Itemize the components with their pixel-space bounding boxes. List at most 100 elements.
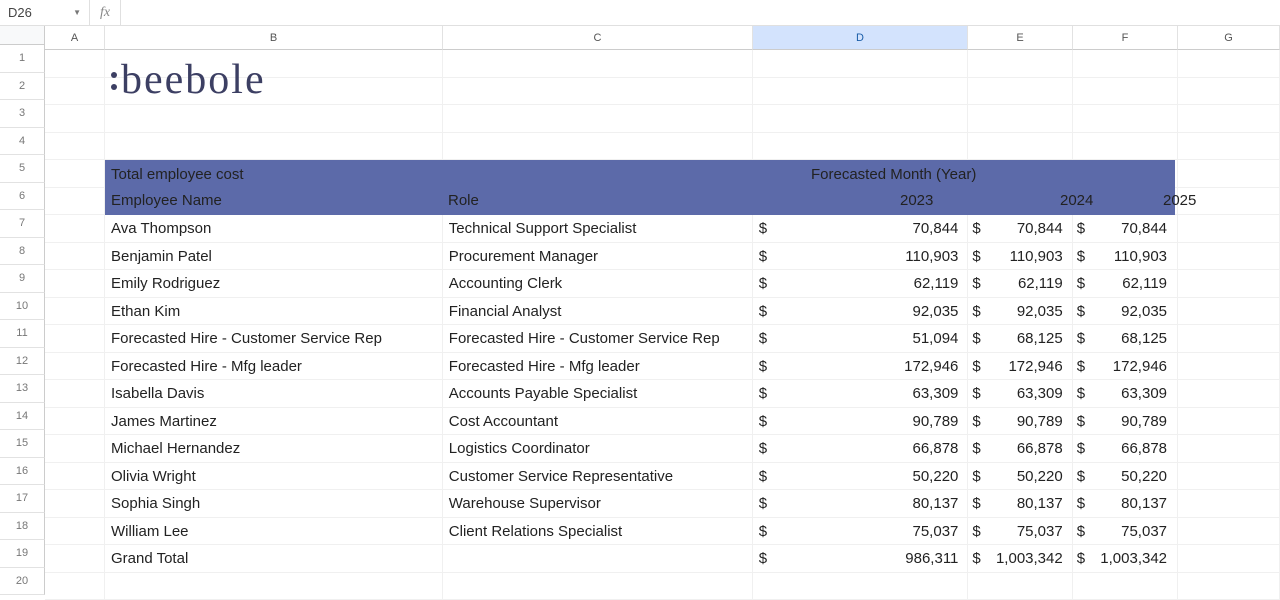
cell-D5[interactable] [753, 463, 968, 491]
cell-F1[interactable] [1073, 573, 1178, 600]
name-box[interactable]: D26 ▼ [0, 0, 90, 25]
row-header-8[interactable]: 8 [0, 238, 45, 266]
cell-E15[interactable] [968, 188, 1073, 216]
row-header-18[interactable]: 18 [0, 513, 45, 541]
cell-E1[interactable] [968, 573, 1073, 600]
cell-G13[interactable] [1178, 243, 1280, 271]
cell-F9[interactable] [1073, 353, 1178, 381]
cell-D16[interactable] [753, 160, 968, 188]
cell-G7[interactable] [1178, 408, 1280, 436]
cell-D19[interactable] [753, 78, 968, 106]
row-header-16[interactable]: 16 [0, 458, 45, 486]
cell-B11[interactable] [105, 298, 443, 326]
row-header-7[interactable]: 7 [0, 210, 45, 238]
cell-A19[interactable] [45, 78, 105, 106]
cell-C7[interactable] [443, 408, 753, 436]
cell-G17[interactable] [1178, 133, 1280, 161]
cell-D17[interactable] [753, 133, 968, 161]
cell-C14[interactable] [443, 215, 753, 243]
cell-G10[interactable] [1178, 325, 1280, 353]
col-header-E[interactable]: E [968, 26, 1073, 50]
cell-C5[interactable] [443, 463, 753, 491]
cell-A20[interactable] [45, 50, 105, 78]
cell-F20[interactable] [1073, 50, 1178, 78]
row-header-14[interactable]: 14 [0, 403, 45, 431]
row-header-19[interactable]: 19 [0, 540, 45, 568]
row-header-10[interactable]: 10 [0, 293, 45, 321]
cell-E16[interactable] [968, 160, 1073, 188]
row-header-13[interactable]: 13 [0, 375, 45, 403]
cell-B14[interactable] [105, 215, 443, 243]
cell-E20[interactable] [968, 50, 1073, 78]
col-header-B[interactable]: B [105, 26, 443, 50]
cell-F8[interactable] [1073, 380, 1178, 408]
cell-D7[interactable] [753, 408, 968, 436]
cell-D20[interactable] [753, 50, 968, 78]
cell-A17[interactable] [45, 133, 105, 161]
cell-F6[interactable] [1073, 435, 1178, 463]
cell-D3[interactable] [753, 518, 968, 546]
col-header-A[interactable]: A [45, 26, 105, 50]
cell-G20[interactable] [1178, 50, 1280, 78]
cell-B7[interactable] [105, 408, 443, 436]
cell-C3[interactable] [443, 518, 753, 546]
cell-B15[interactable] [105, 188, 443, 216]
name-box-dropdown-icon[interactable]: ▼ [73, 8, 81, 17]
cell-C19[interactable] [443, 78, 753, 106]
cell-D6[interactable] [753, 435, 968, 463]
cell-G15[interactable] [1178, 188, 1280, 216]
cell-E18[interactable] [968, 105, 1073, 133]
cell-A1[interactable] [45, 573, 105, 600]
select-all-corner[interactable] [0, 26, 45, 45]
cell-G16[interactable] [1178, 160, 1280, 188]
cell-D2[interactable] [753, 545, 968, 573]
cell-C2[interactable] [443, 545, 753, 573]
cell-A14[interactable] [45, 215, 105, 243]
cell-F14[interactable] [1073, 215, 1178, 243]
cell-C13[interactable] [443, 243, 753, 271]
cell-B3[interactable] [105, 518, 443, 546]
row-header-4[interactable]: 4 [0, 128, 45, 156]
cell-B1[interactable] [105, 573, 443, 600]
cell-G5[interactable] [1178, 463, 1280, 491]
cell-F15[interactable] [1073, 188, 1178, 216]
cell-C20[interactable] [443, 50, 753, 78]
row-header-17[interactable]: 17 [0, 485, 45, 513]
cell-E6[interactable] [968, 435, 1073, 463]
cell-B4[interactable] [105, 490, 443, 518]
cell-A9[interactable] [45, 353, 105, 381]
row-header-12[interactable]: 12 [0, 348, 45, 376]
cell-B6[interactable] [105, 435, 443, 463]
cell-C1[interactable] [443, 573, 753, 600]
cell-D18[interactable] [753, 105, 968, 133]
cell-E11[interactable] [968, 298, 1073, 326]
cell-B10[interactable] [105, 325, 443, 353]
cell-B9[interactable] [105, 353, 443, 381]
cell-F17[interactable] [1073, 133, 1178, 161]
cell-B19[interactable] [105, 78, 443, 106]
row-header-2[interactable]: 2 [0, 73, 45, 101]
cell-F4[interactable] [1073, 490, 1178, 518]
row-header-9[interactable]: 9 [0, 265, 45, 293]
cell-E19[interactable] [968, 78, 1073, 106]
cell-D9[interactable] [753, 353, 968, 381]
cell-A16[interactable] [45, 160, 105, 188]
cell-E2[interactable] [968, 545, 1073, 573]
row-header-5[interactable]: 5 [0, 155, 45, 183]
cell-A4[interactable] [45, 490, 105, 518]
cell-D13[interactable] [753, 243, 968, 271]
cell-B2[interactable] [105, 545, 443, 573]
cell-F18[interactable] [1073, 105, 1178, 133]
cell-A6[interactable] [45, 435, 105, 463]
row-header-20[interactable]: 20 [0, 568, 45, 596]
cell-G4[interactable] [1178, 490, 1280, 518]
cell-E14[interactable] [968, 215, 1073, 243]
cell-D11[interactable] [753, 298, 968, 326]
cell-A12[interactable] [45, 270, 105, 298]
cell-B18[interactable] [105, 105, 443, 133]
cell-C10[interactable] [443, 325, 753, 353]
cell-C11[interactable] [443, 298, 753, 326]
cell-G19[interactable] [1178, 78, 1280, 106]
cell-A5[interactable] [45, 463, 105, 491]
cell-D14[interactable] [753, 215, 968, 243]
